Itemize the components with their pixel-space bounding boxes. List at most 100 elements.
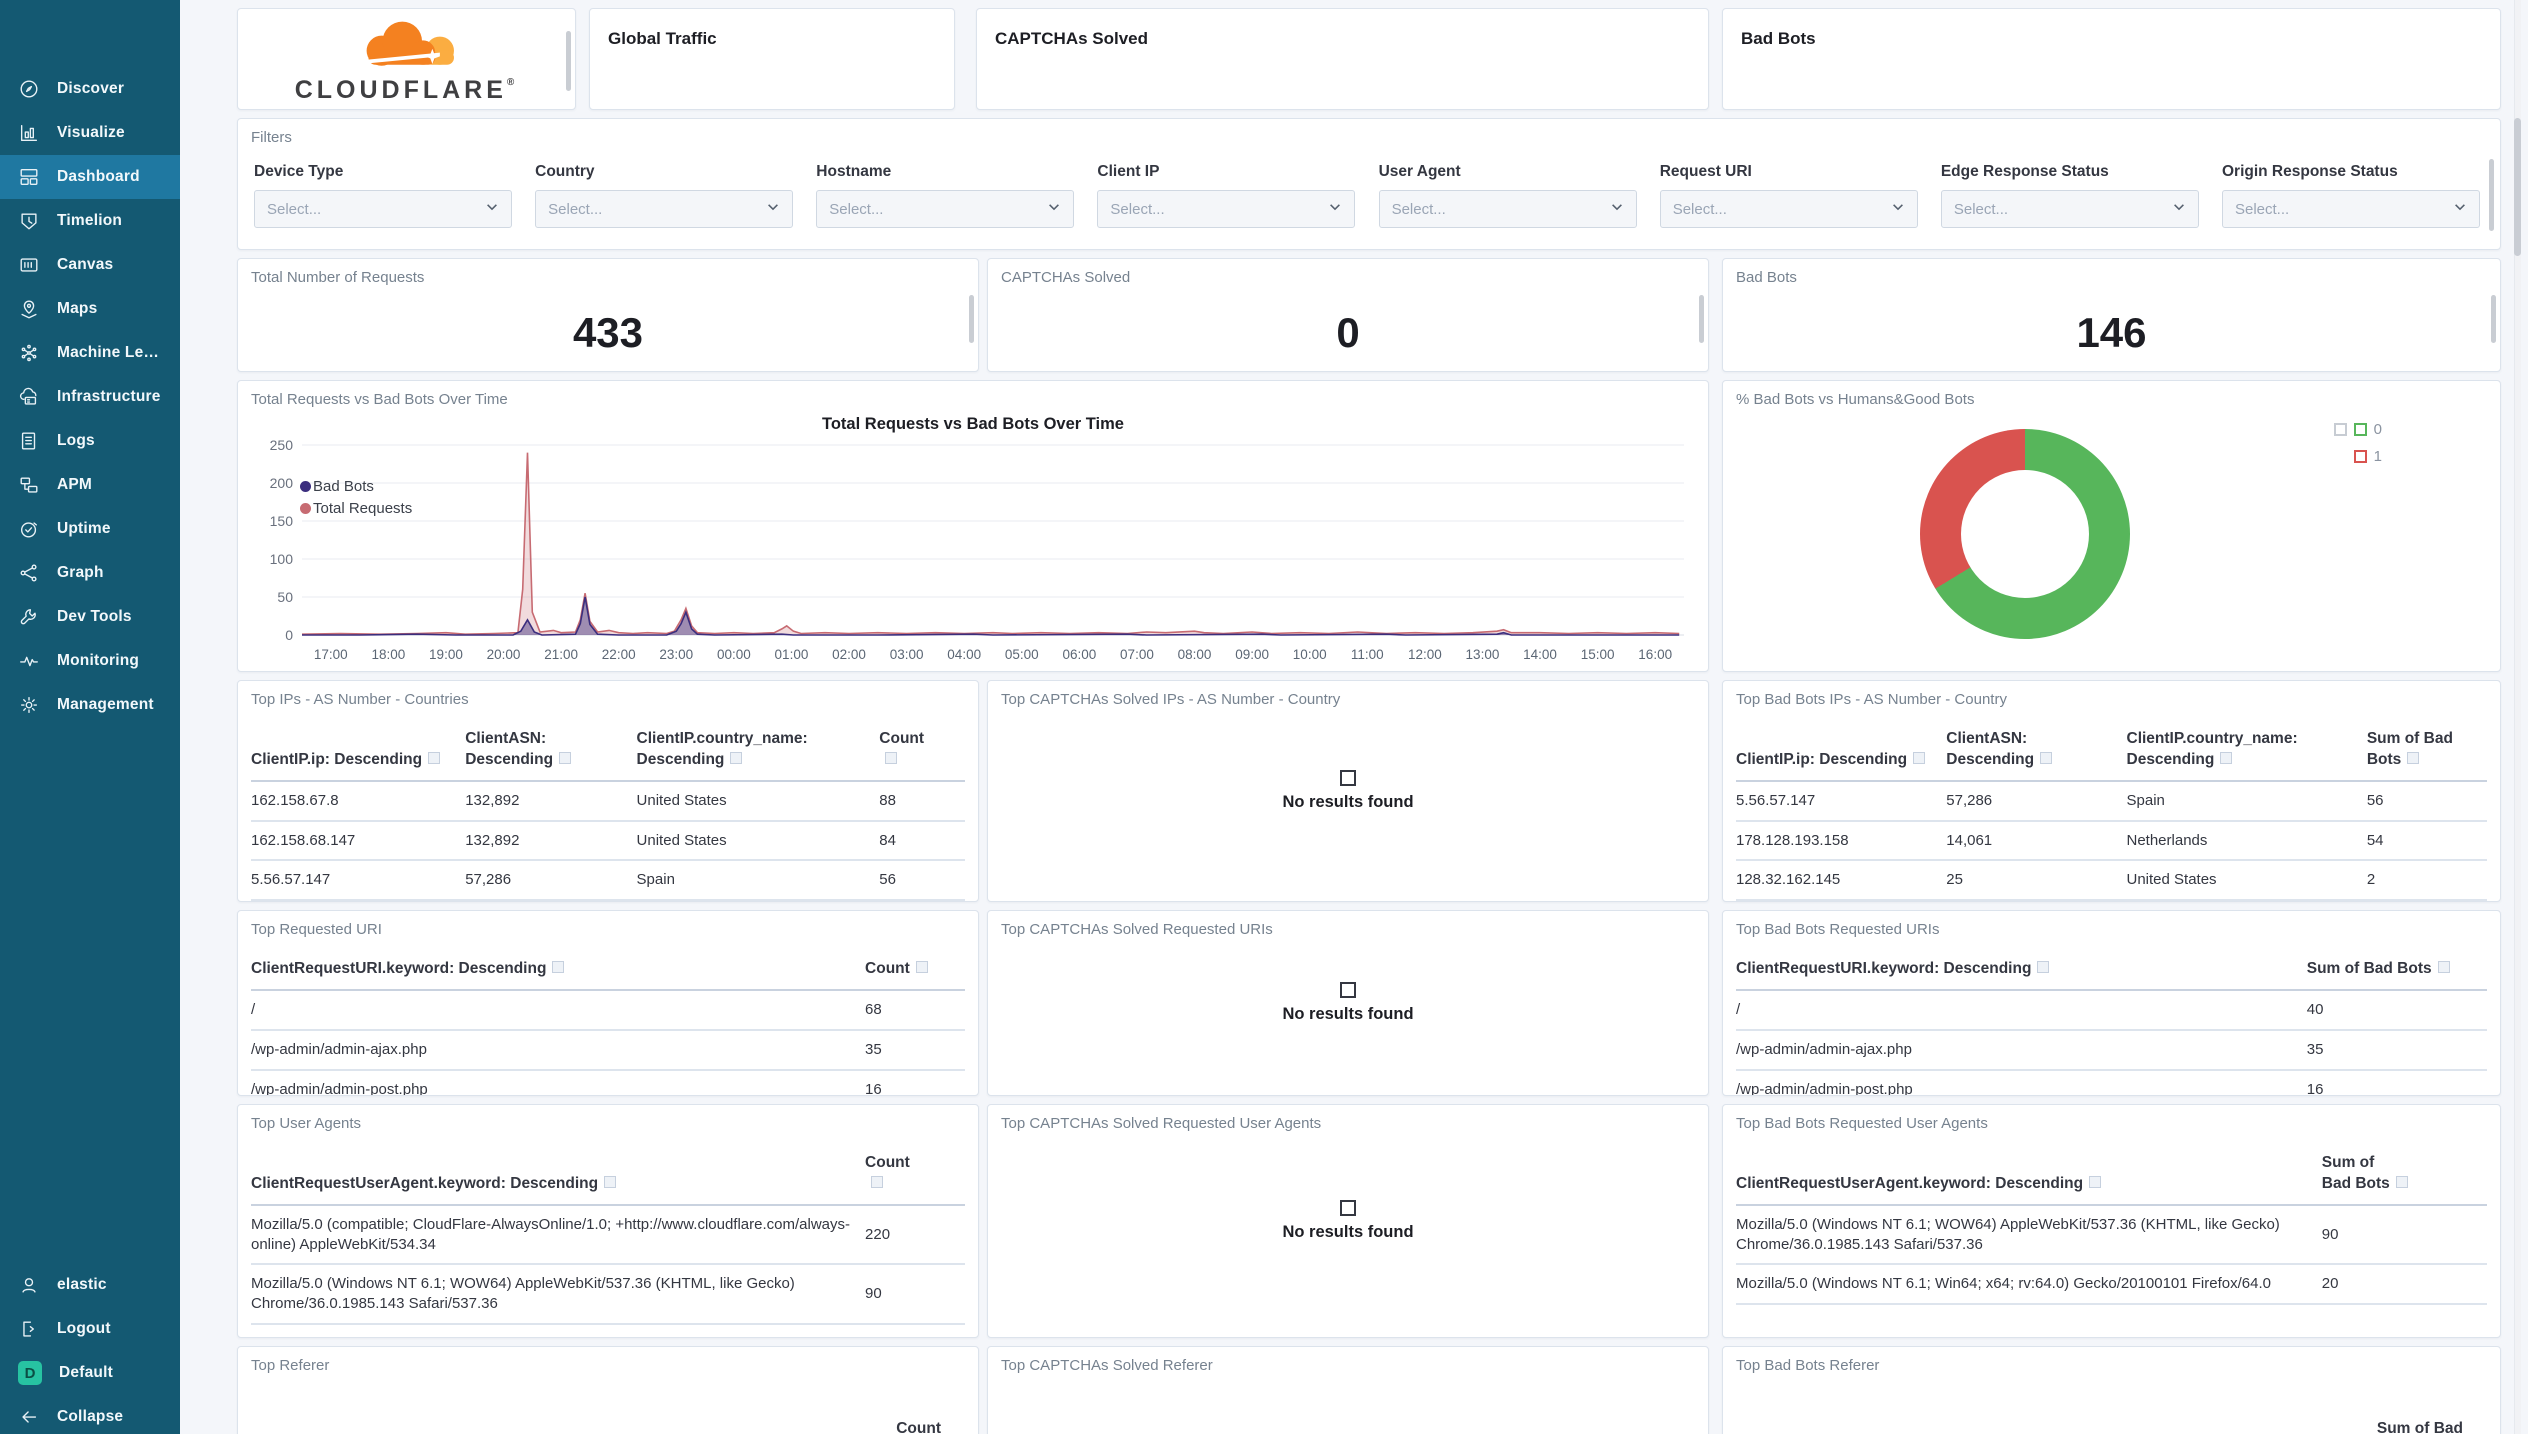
sidebar-item-graph[interactable]: Graph [0, 551, 180, 595]
sidebar-item-logs[interactable]: Logs [0, 419, 180, 463]
sidebar-item-discover[interactable]: Discover [0, 67, 180, 111]
sort-square-icon[interactable] [2395, 1175, 2408, 1188]
chevron-down-icon [2453, 200, 2467, 219]
sidebar-item-default-space[interactable]: D Default [0, 1351, 180, 1395]
filter-select[interactable]: Select... [2221, 190, 2480, 228]
column-header[interactable]: Count [865, 1147, 965, 1206]
table-row[interactable]: 5.56.57.147 57,286 Spain 56 [1736, 780, 2487, 822]
column-header[interactable]: ClientASN: Descending [465, 723, 637, 782]
column-header[interactable]: ClientIP.country_name: Descending [2126, 723, 2367, 782]
panel-scrollbar[interactable] [566, 31, 571, 91]
line-chart[interactable]: 0 50 100 150 200 250 17:00 18:00 19:00 20:00 21:00… [250, 437, 1698, 671]
sort-square-icon[interactable] [2437, 961, 2450, 973]
filter-select[interactable]: Select... [1097, 190, 1356, 228]
column-header[interactable] [251, 1413, 866, 1434]
sidebar-item-infrastructure[interactable]: Infrastructure [0, 375, 180, 419]
table-row[interactable]: 5.56.57.147 57,286 Spain 56 [251, 860, 965, 901]
column-header[interactable]: Count [879, 723, 965, 782]
sort-square-icon[interactable] [552, 961, 565, 973]
column-header[interactable]: ClientIP.ip: Descending [251, 723, 466, 782]
filter-select[interactable]: Select... [1940, 190, 2199, 228]
sidebar-item-dev-tools[interactable]: Dev Tools [0, 595, 180, 639]
table-row[interactable]: /68 [251, 989, 965, 1031]
filter-label: Request URI [1659, 163, 1752, 180]
filter-select[interactable]: Select... [816, 190, 1075, 228]
column-header[interactable]: ClientRequestUserAgent.keyword: Descendi… [1736, 1147, 2322, 1206]
table-row[interactable]: Mozilla/5.0 (compatible; CloudFlare-Alwa… [251, 1204, 965, 1266]
panel-scrollbar[interactable] [1699, 295, 1704, 343]
column-header[interactable]: ClientRequestUserAgent.keyword: Descendi… [251, 1147, 866, 1206]
sidebar-item-collapse[interactable]: Collapse [0, 1395, 180, 1434]
table-row[interactable]: /wp-admin/admin-post.php 16 [1736, 1069, 2487, 1095]
filter-label: Client IP [1097, 163, 1160, 180]
panel-scrollbar[interactable] [2489, 159, 2494, 231]
sidebar-item-visualize[interactable]: Visualize [0, 111, 180, 155]
table-row[interactable]: /wp-admin/admin-ajax.php 35 [251, 1029, 965, 1071]
sort-square-icon[interactable] [2037, 961, 2050, 973]
filter-select[interactable]: Select... [1378, 190, 1637, 228]
panel-scrollbar[interactable] [2491, 295, 2496, 343]
column-header[interactable]: Count [865, 1413, 965, 1434]
sidebar-item-maps[interactable]: Maps [0, 287, 180, 331]
sort-square-icon[interactable] [559, 751, 572, 764]
legend-item[interactable]: Total Requests [300, 497, 412, 519]
sort-square-icon[interactable] [604, 1175, 617, 1188]
infrastructure-icon [18, 386, 40, 408]
sort-square-icon[interactable] [428, 751, 441, 764]
sidebar-item-logout[interactable]: Logout [0, 1307, 180, 1351]
filter-select[interactable]: Select... [535, 190, 794, 228]
sort-square-icon[interactable] [915, 961, 928, 973]
table-row[interactable]: /wp-admin/admin-post.php 16 [251, 1069, 965, 1095]
sort-square-icon[interactable] [2040, 751, 2053, 764]
table-row[interactable]: /wp-admin/admin-ajax.php 35 [1736, 1029, 2487, 1071]
sort-square-icon[interactable] [885, 751, 898, 764]
table-row[interactable]: Mozilla/5.0 (Windows NT 6.1; Win64; x64;… [1736, 1264, 2487, 1306]
sidebar-item-dashboard[interactable]: Dashboard [0, 155, 180, 199]
legend-item[interactable]: 1 [2353, 448, 2382, 465]
page-scrollbar-thumb[interactable] [2514, 118, 2521, 256]
sort-square-icon[interactable] [2407, 751, 2420, 764]
svg-text:16:00: 16:00 [1638, 647, 1672, 662]
sort-square-icon[interactable] [2220, 751, 2233, 764]
sidebar-item-management[interactable]: Management [0, 683, 180, 727]
sidebar-item-canvas[interactable]: Canvas [0, 243, 180, 287]
sidebar-item-monitoring[interactable]: Monitoring [0, 639, 180, 683]
donut-chart[interactable] [1920, 429, 2130, 639]
table-row[interactable]: Mozilla/5.0 (Windows NT 6.1; WOW64) Appl… [251, 1264, 965, 1326]
legend-filter-square-icon[interactable] [2333, 423, 2347, 436]
column-header[interactable]: Sum of Bad Bots [2366, 723, 2487, 782]
column-header[interactable]: Sum of Bad [2306, 1413, 2487, 1434]
column-header[interactable]: Sum of Bad Bots [2306, 953, 2487, 991]
table-row[interactable]: 162.158.67.8 132,892 United States 88 [251, 780, 965, 822]
filter-select[interactable]: Select... [1659, 190, 1918, 228]
sort-square-icon[interactable] [871, 1175, 884, 1188]
column-header[interactable]: ClientIP.country_name: Descending [636, 723, 880, 782]
sidebar-item-timelion[interactable]: Timelion [0, 199, 180, 243]
column-header[interactable]: Sum of Bad Bots [2321, 1147, 2487, 1206]
legend-item[interactable]: 0 [2333, 421, 2382, 438]
legend-item[interactable]: Bad Bots [300, 475, 412, 497]
column-header[interactable]: ClientRequestURI.keyword: Descending [1736, 953, 2307, 991]
column-header[interactable]: ClientRequestURI.keyword: Descending [251, 953, 866, 991]
sidebar-item-apm[interactable]: APM [0, 463, 180, 507]
sort-square-icon[interactable] [2089, 1175, 2102, 1188]
sidebar-item-uptime[interactable]: Uptime [0, 507, 180, 551]
table-row[interactable]: 128.32.162.145 25 United States 2 [1736, 860, 2487, 901]
column-header[interactable] [1736, 1413, 2307, 1434]
column-header[interactable]: ClientASN: Descending [1946, 723, 2127, 782]
filter-select[interactable]: Select... [254, 190, 512, 228]
sort-square-icon[interactable] [1913, 751, 1926, 764]
sidebar-item-machine-learning[interactable]: Machine Le… [0, 331, 180, 375]
sort-square-icon[interactable] [730, 751, 743, 764]
chevron-down-icon [1610, 200, 1624, 219]
table-row[interactable]: 162.158.68.147 132,892 United States 84 [251, 820, 965, 862]
table-row[interactable]: Mozilla/5.0 (Windows NT 6.1; WOW64) Appl… [1736, 1204, 2487, 1266]
user-icon [18, 1274, 40, 1296]
table-row[interactable]: /40 [1736, 989, 2487, 1031]
table-row[interactable]: 178.128.193.158 14,061 Netherlands 54 [1736, 820, 2487, 862]
column-header[interactable]: Count [865, 953, 965, 991]
filter-request-uri: Request URI Select... [1659, 163, 1918, 228]
panel-scrollbar[interactable] [969, 295, 974, 343]
column-header[interactable]: ClientIP.ip: Descending [1736, 723, 1947, 782]
sidebar-item-user[interactable]: elastic [0, 1263, 180, 1307]
